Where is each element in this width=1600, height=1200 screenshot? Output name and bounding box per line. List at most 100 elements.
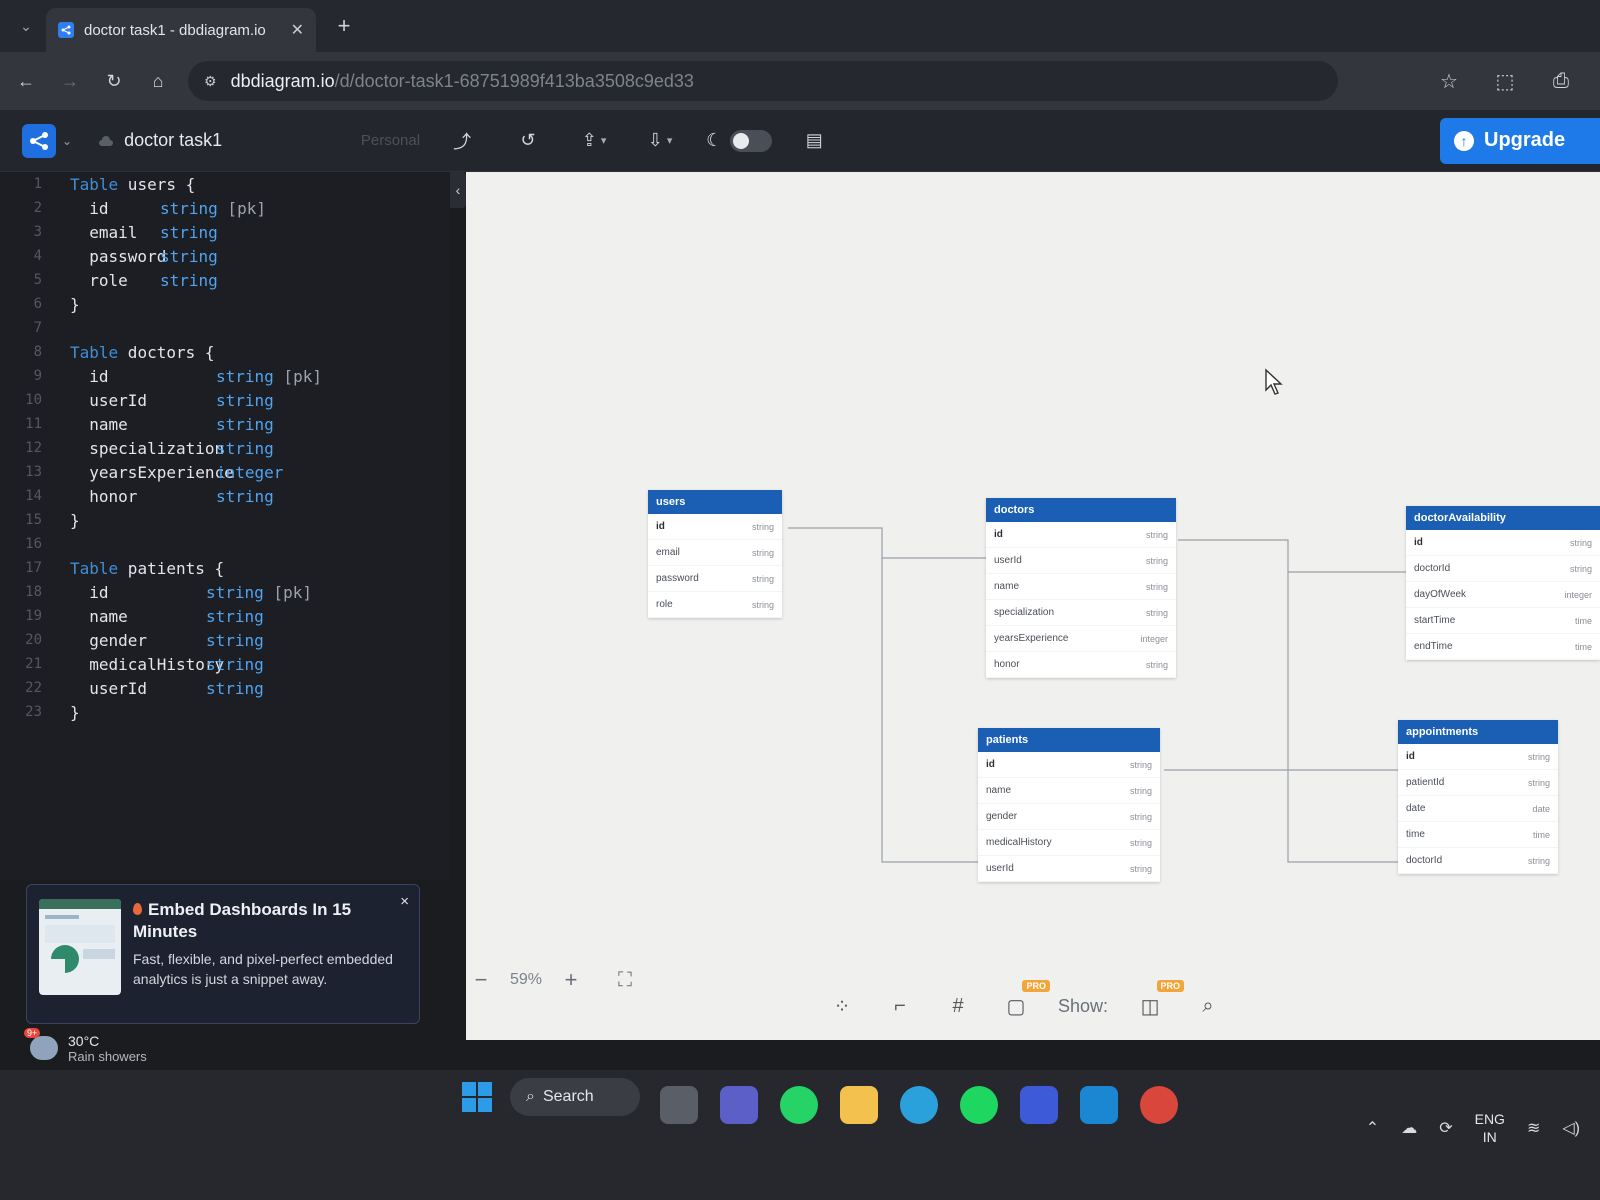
sponsored-ad-card[interactable]: Embed Dashboards In 15 Minutes Fast, fle… xyxy=(26,884,420,1024)
volume-icon[interactable]: ◁) xyxy=(1562,1118,1580,1138)
url-input[interactable]: ⚙ dbdiagram.io /d/doctor-task1-68751989f… xyxy=(188,61,1338,101)
er-field-row[interactable]: yearsExperience integer xyxy=(986,626,1176,652)
er-field-row[interactable]: id string xyxy=(1406,530,1600,556)
reload-icon[interactable]: ↻ xyxy=(96,63,132,99)
wifi-icon[interactable]: ≋ xyxy=(1527,1118,1540,1138)
er-field-row[interactable]: startTime time xyxy=(1406,608,1600,634)
document-name-field[interactable]: doctor task1 Personal xyxy=(90,123,420,159)
er-field-row[interactable]: id string xyxy=(978,752,1160,778)
code-line: 7 xyxy=(0,316,450,340)
task-view-icon[interactable] xyxy=(660,1086,698,1124)
er-field-row[interactable]: email string xyxy=(648,540,782,566)
er-field-row[interactable]: password string xyxy=(648,566,782,592)
er-field-row[interactable]: id string xyxy=(986,522,1176,548)
browser-tab-active[interactable]: doctor task1 - dbdiagram.io ✕ xyxy=(46,8,316,52)
er-field-row[interactable]: gender string xyxy=(978,804,1160,830)
relation-line-icon[interactable]: ⌐ xyxy=(884,990,916,1022)
telegram-icon[interactable] xyxy=(900,1086,938,1124)
auto-arrange-icon[interactable]: ⁘ xyxy=(826,990,858,1022)
er-table-header[interactable]: doctors xyxy=(986,498,1176,522)
history-button[interactable]: ↺ xyxy=(504,121,552,161)
tab-close-icon[interactable]: ✕ xyxy=(291,20,304,40)
chrome-icon[interactable] xyxy=(1140,1086,1178,1124)
er-field-row[interactable]: medicalHistory string xyxy=(978,830,1160,856)
spotify-icon[interactable] xyxy=(960,1086,998,1124)
er-field-row[interactable]: doctorId string xyxy=(1406,556,1600,582)
search-icon[interactable]: ⌕ xyxy=(1192,990,1224,1022)
vscode-icon[interactable] xyxy=(1080,1086,1118,1124)
dbml-code-editor[interactable]: 1 Table users {2 id string [pk] 3 email stri… xyxy=(0,172,450,880)
toggle-switch[interactable] xyxy=(730,129,773,152)
collapse-editor-chevron-icon[interactable]: ‹ xyxy=(450,172,466,208)
tab-list-chevron-icon[interactable]: ⌄ xyxy=(14,14,38,38)
sync-icon[interactable]: ⟳ xyxy=(1439,1118,1452,1138)
onedrive-cloud-icon[interactable]: ☁ xyxy=(1401,1118,1417,1138)
field-name: id xyxy=(1414,537,1423,548)
er-field-row[interactable]: role string xyxy=(648,592,782,618)
back-arrow-icon[interactable]: ← xyxy=(8,63,44,99)
upgrade-label: Upgrade xyxy=(1484,129,1566,151)
er-field-row[interactable]: name string xyxy=(986,574,1176,600)
er-table-header[interactable]: doctorAvailability xyxy=(1406,506,1600,530)
diagram-canvas[interactable]: users id string email string password string ro… xyxy=(466,172,1600,1040)
zoom-in-button[interactable]: + xyxy=(556,965,586,995)
language-indicator[interactable]: ENG IN xyxy=(1475,1110,1505,1146)
print-icon[interactable]: ⎙ xyxy=(1546,66,1576,96)
note-icon[interactable]: ▢ PRO xyxy=(1000,980,1050,1022)
er-field-row[interactable]: name string xyxy=(978,778,1160,804)
dark-mode-toggle[interactable]: ☾ xyxy=(706,129,773,152)
workspace-badge: Personal xyxy=(360,132,421,149)
line-number: 3 xyxy=(33,224,42,240)
field-name: date xyxy=(1406,803,1426,814)
er-table-appointments[interactable]: appointments id string patientId string date d… xyxy=(1398,720,1558,874)
er-field-row[interactable]: id string xyxy=(1398,744,1558,770)
fit-to-screen-icon[interactable]: ⛶ xyxy=(610,965,640,995)
docs-button[interactable]: ▤ xyxy=(790,121,838,161)
weather-widget[interactable]: 9+ 30°C Rain showers xyxy=(24,1026,147,1070)
er-field-row[interactable]: userId string xyxy=(986,548,1176,574)
app-logo-icon[interactable] xyxy=(22,123,56,158)
field-name: honor xyxy=(994,659,1020,670)
windows-start-icon[interactable] xyxy=(462,1082,492,1112)
upgrade-button[interactable]: ↑ Upgrade xyxy=(1440,117,1600,164)
er-field-row[interactable]: specialization string xyxy=(986,600,1176,626)
er-table-users[interactable]: users id string email string password string ro… xyxy=(648,490,782,618)
er-table-header[interactable]: users xyxy=(648,490,782,514)
app-menu-chevron-icon[interactable]: ⌄ xyxy=(62,134,72,148)
import-button[interactable]: ⇪ ▾ xyxy=(570,121,618,161)
share-button[interactable]: ⤴ xyxy=(438,121,486,161)
er-table-doctorAvailability[interactable]: doctorAvailability id string doctorId string… xyxy=(1406,506,1600,660)
er-field-row[interactable]: doctorId string xyxy=(1398,848,1558,874)
er-table-patients[interactable]: patients id string name string gender string me… xyxy=(978,728,1160,882)
new-tab-button[interactable]: + xyxy=(330,12,358,40)
er-table-header[interactable]: patients xyxy=(978,728,1160,752)
site-settings-icon[interactable]: ⚙ xyxy=(204,73,217,90)
er-table-header[interactable]: appointments xyxy=(1398,720,1558,744)
extensions-icon[interactable]: ⬚ xyxy=(1490,66,1520,96)
er-field-row[interactable]: userId string xyxy=(978,856,1160,882)
show-mode-dropdown[interactable]: ◫ PRO xyxy=(1134,980,1185,1022)
forward-arrow-icon[interactable]: → xyxy=(52,63,88,99)
home-icon[interactable]: ⌂ xyxy=(140,63,176,99)
taskbar-search[interactable]: ⌕ Search xyxy=(510,1078,640,1116)
code-line: 8 Table doctors { xyxy=(0,340,450,364)
er-field-row[interactable]: endTime time xyxy=(1406,634,1600,660)
ad-close-icon[interactable]: × xyxy=(400,893,409,910)
chevron-up-icon[interactable]: ⌃ xyxy=(1366,1118,1379,1138)
er-field-row[interactable]: id string xyxy=(648,514,782,540)
teams-icon[interactable] xyxy=(720,1086,758,1124)
er-field-row[interactable]: honor string xyxy=(986,652,1176,678)
er-field-row[interactable]: patientId string xyxy=(1398,770,1558,796)
grid-hash-icon[interactable]: # xyxy=(942,990,974,1022)
er-field-row[interactable]: date date xyxy=(1398,796,1558,822)
whatsapp-icon[interactable] xyxy=(780,1086,818,1124)
export-button[interactable]: ⇩ ▾ xyxy=(636,121,684,161)
bookmark-star-icon[interactable]: ☆ xyxy=(1434,66,1464,96)
intellij-icon[interactable] xyxy=(1020,1086,1058,1124)
er-table-doctors[interactable]: doctors id string userId string name string spe… xyxy=(986,498,1176,678)
file-explorer-icon[interactable] xyxy=(840,1086,878,1124)
zoom-out-button[interactable]: − xyxy=(466,965,496,995)
er-field-row[interactable]: dayOfWeek integer xyxy=(1406,582,1600,608)
er-field-row[interactable]: time time xyxy=(1398,822,1558,848)
field-name: patientId xyxy=(1406,777,1445,788)
